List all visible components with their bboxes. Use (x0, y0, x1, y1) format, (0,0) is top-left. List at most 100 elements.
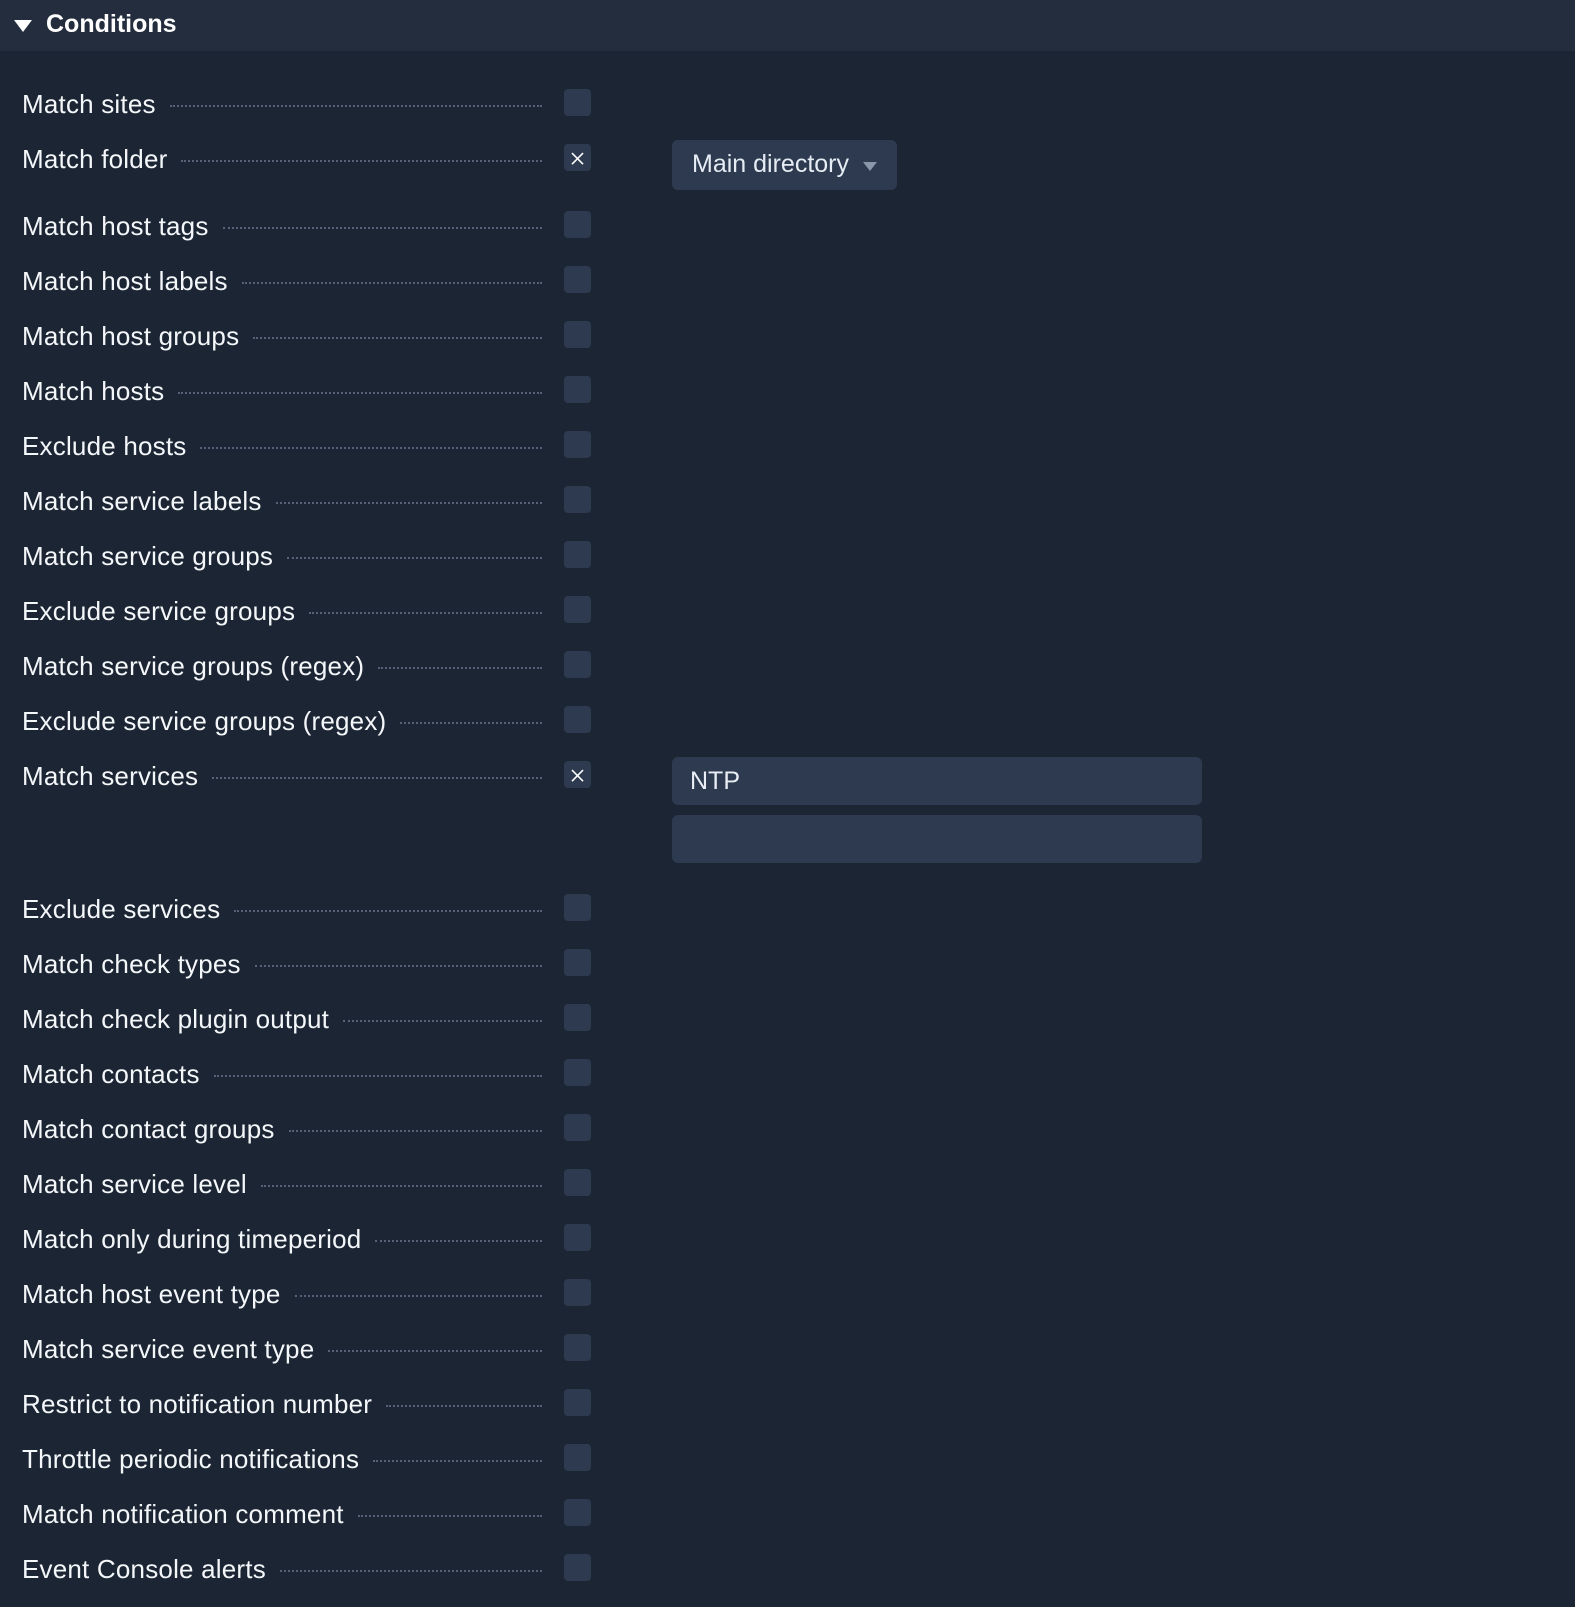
label-text: Match sites (22, 85, 156, 123)
label-text: Match host groups (22, 317, 239, 355)
checkbox-match-sites[interactable] (564, 89, 591, 116)
dots (253, 337, 542, 339)
row-match-folder: Match folder Main directory (22, 140, 1553, 190)
dots (378, 667, 542, 669)
chevron-down-icon (863, 162, 877, 171)
row-match-service-groups: Match service groups (22, 537, 1553, 575)
dots (373, 1460, 542, 1462)
label: Match folder (22, 140, 542, 178)
dots (234, 910, 542, 912)
dots (309, 612, 542, 614)
row-restrict-to-notification-number: Restrict to notification number (22, 1385, 1553, 1423)
checkbox-match-service-labels[interactable] (564, 486, 591, 513)
checkbox-match-only-during-timeperiod[interactable] (564, 1224, 591, 1251)
row-match-service-labels: Match service labels (22, 482, 1553, 520)
row-exclude-service-groups: Exclude service groups (22, 592, 1553, 630)
checkbox-exclude-hosts[interactable] (564, 431, 591, 458)
row-exclude-services: Exclude services (22, 890, 1553, 928)
checkbox-match-hosts[interactable] (564, 376, 591, 403)
label-text: Match service labels (22, 482, 262, 520)
row-match-host-event-type: Match host event type (22, 1275, 1553, 1313)
label-text: Match notification comment (22, 1495, 344, 1533)
checkbox-match-host-groups[interactable] (564, 321, 591, 348)
checkbox-match-contact-groups[interactable] (564, 1114, 591, 1141)
checkbox-match-check-types[interactable] (564, 949, 591, 976)
dots (295, 1295, 542, 1297)
checkbox-match-service-groups[interactable] (564, 541, 591, 568)
row-match-host-groups: Match host groups (22, 317, 1553, 355)
checkbox-throttle-periodic-notifications[interactable] (564, 1444, 591, 1471)
row-match-host-labels: Match host labels (22, 262, 1553, 300)
checkbox-match-check-plugin-output[interactable] (564, 1004, 591, 1031)
row-match-contact-groups: Match contact groups (22, 1110, 1553, 1148)
close-icon (568, 765, 587, 784)
services-input-stack (672, 757, 1553, 873)
label-text: Match service level (22, 1165, 247, 1203)
checkbox-match-notification-comment[interactable] (564, 1499, 591, 1526)
checkbox-match-folder[interactable] (564, 144, 591, 171)
label-text: Match services (22, 757, 198, 795)
label-text: Exclude service groups (22, 592, 295, 630)
label-text: Restrict to notification number (22, 1385, 372, 1423)
label-text: Match contacts (22, 1055, 200, 1093)
checkbox-event-console-alerts[interactable] (564, 1554, 591, 1581)
row-exclude-hosts: Exclude hosts (22, 427, 1553, 465)
row-match-check-types: Match check types (22, 945, 1553, 983)
row-match-sites: Match sites (22, 85, 1553, 123)
dots (328, 1350, 542, 1352)
dots (276, 502, 542, 504)
dots (223, 227, 542, 229)
panel-title: Conditions (46, 10, 177, 39)
label-text: Throttle periodic notifications (22, 1440, 359, 1478)
dots (212, 777, 542, 779)
row-match-service-event-type: Match service event type (22, 1330, 1553, 1368)
dots (261, 1185, 542, 1187)
checkbox-match-host-event-type[interactable] (564, 1279, 591, 1306)
checkbox-match-host-tags[interactable] (564, 211, 591, 238)
checkbox-match-service-event-type[interactable] (564, 1334, 591, 1361)
label-text: Match host tags (22, 207, 209, 245)
checkbox-match-service-groups-regex[interactable] (564, 651, 591, 678)
checkbox-match-service-level[interactable] (564, 1169, 591, 1196)
label-text: Match host labels (22, 262, 228, 300)
row-match-service-level: Match service level (22, 1165, 1553, 1203)
checkbox-match-contacts[interactable] (564, 1059, 591, 1086)
row-match-hosts: Match hosts (22, 372, 1553, 410)
collapse-icon (14, 20, 32, 32)
row-match-services: Match services (22, 757, 1553, 873)
label-text: Event Console alerts (22, 1550, 266, 1588)
checkbox-restrict-to-notification-number[interactable] (564, 1389, 591, 1416)
row-event-console-alerts: Event Console alerts (22, 1550, 1553, 1588)
dots (400, 722, 542, 724)
folder-select[interactable]: Main directory (672, 140, 897, 190)
checkbox-match-host-labels[interactable] (564, 266, 591, 293)
close-icon (568, 148, 587, 167)
label-text: Match only during timeperiod (22, 1220, 361, 1258)
row-match-host-tags: Match host tags (22, 207, 1553, 245)
panel-body: Match sites Match folder Main directory (0, 51, 1575, 1607)
dots (343, 1020, 542, 1022)
dots (242, 282, 542, 284)
dots (214, 1075, 542, 1077)
label-text: Match service groups (regex) (22, 647, 364, 685)
dots (178, 392, 542, 394)
row-match-notification-comment: Match notification comment (22, 1495, 1553, 1533)
dots (386, 1405, 542, 1407)
checkbox-match-services[interactable] (564, 761, 591, 788)
row-match-only-during-timeperiod: Match only during timeperiod (22, 1220, 1553, 1258)
label-text: Match contact groups (22, 1110, 275, 1148)
service-pattern-input-2[interactable] (672, 815, 1202, 863)
label-text: Match host event type (22, 1275, 281, 1313)
label: Match sites (22, 85, 542, 123)
checkbox-exclude-services[interactable] (564, 894, 591, 921)
panel-header[interactable]: Conditions (0, 0, 1575, 51)
row-exclude-service-groups-regex: Exclude service groups (regex) (22, 702, 1553, 740)
checkbox-exclude-service-groups[interactable] (564, 596, 591, 623)
dots (358, 1515, 542, 1517)
dots (280, 1570, 542, 1572)
checkbox-exclude-service-groups-regex[interactable] (564, 706, 591, 733)
label-text: Match folder (22, 140, 167, 178)
row-match-check-plugin-output: Match check plugin output (22, 1000, 1553, 1038)
service-pattern-input-1[interactable] (672, 757, 1202, 805)
label-text: Match service groups (22, 537, 273, 575)
